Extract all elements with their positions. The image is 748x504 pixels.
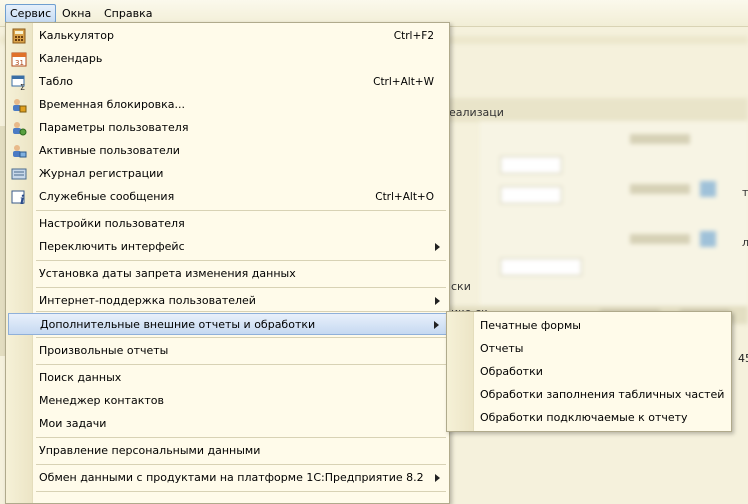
menu-item-registration-log[interactable]: Журнал регистрации <box>6 163 449 185</box>
submenu-item-label: Отчеты <box>480 342 524 355</box>
menu-item-label: Временная блокировка... <box>39 98 186 111</box>
menu-item-shortcut: Ctrl+Alt+O <box>375 191 434 203</box>
menu-item-shortcut: Ctrl+F2 <box>393 30 434 42</box>
background-text-5: л <box>742 236 748 249</box>
menu-item-label: Настройки пользователя <box>39 217 185 230</box>
background-text-2: ски <box>451 280 471 293</box>
calculator-icon <box>11 28 27 44</box>
menu-item-label: Дополнительные внешние отчеты и обработк… <box>40 318 316 331</box>
menu-item-label: Переключить интерфейс <box>39 240 185 253</box>
menu-item-switch-interface[interactable]: Переключить интерфейс <box>6 236 449 258</box>
menu-item-contact-manager[interactable]: Менеджер контактов <box>6 390 449 412</box>
background-toolbar-text: еализаци <box>449 106 504 119</box>
active-users-icon <box>11 143 27 159</box>
menu-separator <box>36 260 446 261</box>
menu-windows[interactable]: Окна <box>58 5 95 22</box>
menu-separator <box>36 337 446 338</box>
menu-item-personal-data[interactable]: Управление персональными данными <box>6 440 449 462</box>
menu-item-label: Интернет-поддержка пользователей <box>39 294 256 307</box>
menu-help[interactable]: Справка <box>100 5 156 22</box>
menu-separator <box>36 311 446 312</box>
user-settings-icon <box>11 120 27 136</box>
external-reports-submenu: Печатные формы Отчеты Обработки Обработк… <box>446 311 732 432</box>
menu-item-label: Активные пользователи <box>39 144 180 157</box>
submenu-item-label: Обработки <box>480 365 543 378</box>
menu-item-internet-support[interactable]: Интернет-поддержка пользователей <box>6 290 449 312</box>
submenu-item-report-attached-processings[interactable]: Обработки подключаемые к отчету <box>447 406 731 429</box>
menu-item-my-tasks[interactable]: Мои задачи <box>6 413 449 435</box>
menu-item-label: Менеджер контактов <box>39 394 164 407</box>
menu-item-label: Мои задачи <box>39 417 107 430</box>
service-dropdown-menu: Калькулятор Ctrl+F2 31 Календарь Σ Табло… <box>5 22 450 504</box>
menu-item-calculator[interactable]: Калькулятор Ctrl+F2 <box>6 25 449 47</box>
submenu-item-label: Печатные формы <box>480 319 581 332</box>
menu-item-data-search[interactable]: Поиск данных <box>6 367 449 389</box>
menu-item-service-messages[interactable]: i Служебные сообщения Ctrl+Alt+O <box>6 186 449 208</box>
menu-item-label: Обмен данными с продуктами на платформе … <box>39 471 424 484</box>
menu-item-external-reports[interactable]: Дополнительные внешние отчеты и обработк… <box>8 313 447 335</box>
svg-text:31: 31 <box>15 59 24 67</box>
submenu-arrow-icon <box>435 243 440 251</box>
info-message-icon: i <box>11 189 27 207</box>
menu-item-active-users[interactable]: Активные пользователи <box>6 140 449 162</box>
submenu-item-table-fill-processings[interactable]: Обработки заполнения табличных частей <box>447 383 731 406</box>
submenu-item-label: Обработки заполнения табличных частей <box>480 388 725 401</box>
menu-separator <box>36 464 446 465</box>
menu-service[interactable]: Сервис <box>5 4 57 23</box>
menu-separator <box>36 491 446 492</box>
menu-item-calendar[interactable]: 31 Календарь <box>6 48 449 70</box>
menu-item-data-exchange[interactable]: Обмен данными с продуктами на платформе … <box>6 467 449 489</box>
menu-separator <box>36 210 446 211</box>
menu-separator <box>36 364 446 365</box>
lock-user-icon <box>11 97 27 113</box>
menu-item-custom-reports[interactable]: Произвольные отчеты <box>6 340 449 362</box>
submenu-item-processings[interactable]: Обработки <box>447 360 731 383</box>
submenu-item-label: Обработки подключаемые к отчету <box>480 411 688 424</box>
journal-icon <box>11 166 27 182</box>
menu-item-set-lock-date[interactable]: Установка даты запрета изменения данных <box>6 263 449 285</box>
menu-item-shortcut: Ctrl+Alt+W <box>373 76 434 88</box>
menu-item-label: Произвольные отчеты <box>39 344 169 357</box>
menu-item-label: Параметры пользователя <box>39 121 189 134</box>
menu-item-scoreboard[interactable]: Σ Табло Ctrl+Alt+W <box>6 71 449 93</box>
menu-item-label: Установка даты запрета изменения данных <box>39 267 296 280</box>
calendar-icon: 31 <box>11 51 27 67</box>
svg-text:Σ: Σ <box>20 83 25 90</box>
menu-item-label: Поиск данных <box>39 371 122 384</box>
menu-item-label: Табло <box>39 75 74 88</box>
background-text-6: т <box>742 186 748 199</box>
menu-item-label: Калькулятор <box>39 29 114 42</box>
submenu-arrow-icon <box>434 321 439 329</box>
background-text-4: 45 <box>738 352 748 365</box>
menu-item-label: Управление персональными данными <box>39 444 261 457</box>
submenu-item-print-forms[interactable]: Печатные формы <box>447 314 731 337</box>
submenu-arrow-icon <box>435 297 440 305</box>
menu-separator <box>36 287 446 288</box>
submenu-arrow-icon <box>435 474 440 482</box>
submenu-item-reports[interactable]: Отчеты <box>447 337 731 360</box>
menu-separator <box>36 437 446 438</box>
menu-item-label: Календарь <box>39 52 103 65</box>
menu-item-label: Журнал регистрации <box>39 167 164 180</box>
menu-item-user-preferences[interactable]: Настройки пользователя <box>6 213 449 235</box>
menu-item-user-settings[interactable]: Параметры пользователя <box>6 117 449 139</box>
svg-text:i: i <box>20 193 25 205</box>
scoreboard-icon: Σ <box>11 74 27 92</box>
menu-item-label: Служебные сообщения <box>39 190 175 203</box>
menu-item-temporary-lock[interactable]: Временная блокировка... <box>6 94 449 116</box>
